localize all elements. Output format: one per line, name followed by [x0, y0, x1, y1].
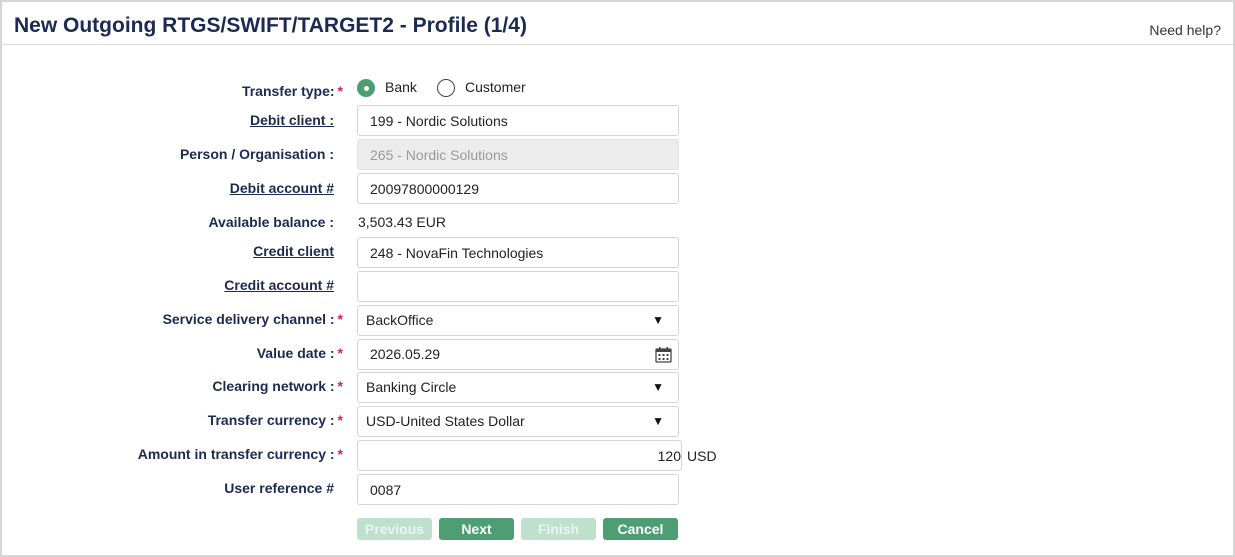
previous-button: Previous: [357, 518, 432, 540]
clearing-network-value: Banking Circle: [366, 379, 457, 395]
service-delivery-channel-label: Service delivery channel : *: [162, 311, 343, 327]
value-date-input[interactable]: 2026.05.29: [357, 339, 679, 370]
credit-client-input[interactable]: [357, 237, 679, 268]
radio-bank[interactable]: [357, 79, 375, 97]
cancel-button[interactable]: Cancel: [603, 518, 678, 540]
radio-customer[interactable]: [437, 79, 455, 97]
radio-bank-label[interactable]: Bank: [385, 79, 417, 95]
calendar-icon[interactable]: [655, 346, 672, 363]
value-date-label: Value date : *: [256, 345, 343, 361]
caret-down-icon: ▼: [652, 313, 664, 327]
page-frame: New Outgoing RTGS/SWIFT/TARGET2 - Profil…: [0, 0, 1235, 557]
caret-down-icon: ▼: [652, 414, 664, 428]
service-delivery-channel-select[interactable]: BackOffice ▼: [357, 305, 679, 336]
transfer-currency-label: Transfer currency : *: [207, 412, 343, 428]
value-date-value: 2026.05.29: [370, 346, 441, 362]
credit-account-label[interactable]: Credit account #: [224, 277, 343, 293]
clearing-network-select[interactable]: Banking Circle ▼: [357, 372, 679, 403]
available-balance-value: 3,503.43 EUR: [358, 214, 446, 230]
transfer-currency-value: USD-United States Dollar: [366, 413, 525, 429]
debit-account-input[interactable]: [357, 173, 679, 204]
debit-client-input[interactable]: [357, 105, 679, 136]
amount-currency-unit: USD: [687, 448, 717, 464]
person-organisation-label: Person / Organisation :: [179, 146, 334, 162]
service-delivery-channel-value: BackOffice: [366, 312, 434, 328]
person-organisation-input: [357, 139, 679, 170]
amount-label: Amount in transfer currency : *: [137, 446, 343, 462]
amount-input[interactable]: [357, 440, 682, 471]
user-reference-input[interactable]: [357, 474, 679, 505]
credit-account-input[interactable]: [357, 271, 679, 302]
radio-customer-label[interactable]: Customer: [465, 79, 526, 95]
credit-client-label[interactable]: Credit client: [253, 243, 343, 259]
need-help-link[interactable]: Need help?: [1149, 22, 1221, 38]
next-button[interactable]: Next: [439, 518, 514, 540]
caret-down-icon: ▼: [652, 380, 664, 394]
clearing-network-label: Clearing network : *: [212, 378, 343, 394]
page-title: New Outgoing RTGS/SWIFT/TARGET2 - Profil…: [14, 14, 527, 37]
finish-button: Finish: [521, 518, 596, 540]
user-reference-label: User reference #: [224, 480, 334, 496]
page-header: New Outgoing RTGS/SWIFT/TARGET2 - Profil…: [2, 2, 1233, 45]
transfer-type-label: Transfer type: *: [241, 83, 343, 99]
transfer-currency-select[interactable]: USD-United States Dollar ▼: [357, 406, 679, 437]
available-balance-label: Available balance :: [208, 214, 334, 230]
debit-account-label[interactable]: Debit account #: [230, 180, 343, 196]
debit-client-label[interactable]: Debit client :: [250, 112, 343, 128]
